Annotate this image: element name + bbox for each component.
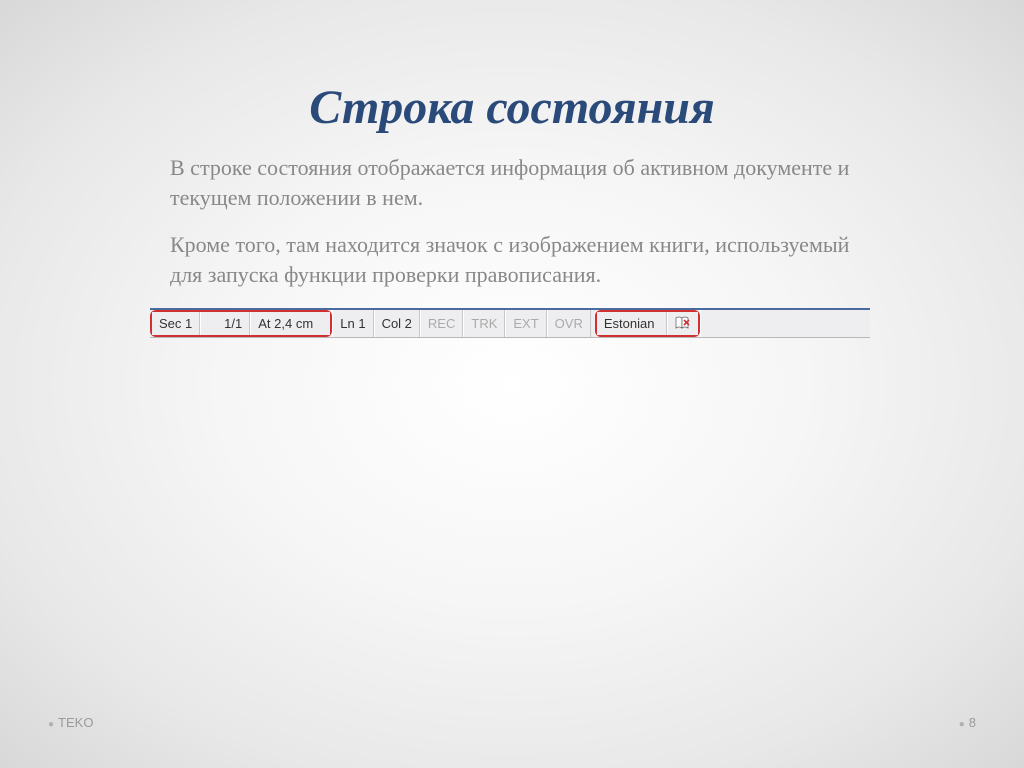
bullet-icon: ●: [959, 719, 965, 730]
bullet-icon: ●: [48, 719, 54, 730]
statusbar-line: Ln 1: [332, 310, 373, 337]
slide-title: Строка состояния: [170, 80, 854, 135]
statusbar-spellcheck: [667, 312, 698, 335]
statusbar-at: At 2,4 cm: [250, 312, 330, 335]
footer-left: ● TEKO: [48, 715, 93, 730]
statusbar-language: Estonian: [597, 312, 667, 335]
statusbar-page: 1/1: [200, 312, 250, 335]
footer-right: ●8: [959, 715, 976, 730]
statusbar-highlight-right: Estonian: [595, 310, 700, 337]
footer-left-text: TEKO: [58, 715, 93, 730]
statusbar-trk: TRK: [463, 310, 505, 337]
statusbar-section: Sec 1: [152, 312, 200, 335]
paragraph-1: В строке состояния отображается информац…: [170, 153, 854, 212]
book-icon: [675, 316, 691, 330]
statusbar-col: Col 2: [374, 310, 420, 337]
statusbar-filler: [700, 310, 870, 337]
paragraph-2: Кроме того, там находится значок с изобр…: [170, 230, 854, 289]
statusbar-ovr: OVR: [547, 310, 591, 337]
footer-page-number: 8: [969, 715, 976, 730]
statusbar-highlight-left: Sec 1 1/1 At 2,4 cm: [150, 310, 332, 337]
statusbar-rec: REC: [420, 310, 463, 337]
slide: Строка состояния В строке состояния отоб…: [0, 0, 1024, 768]
statusbar-ext: EXT: [505, 310, 546, 337]
slide-footer: ●TEKO ●8: [48, 715, 976, 730]
statusbar-screenshot: Sec 1 1/1 At 2,4 cm Ln 1 Col 2 REC TRK E…: [150, 308, 870, 338]
